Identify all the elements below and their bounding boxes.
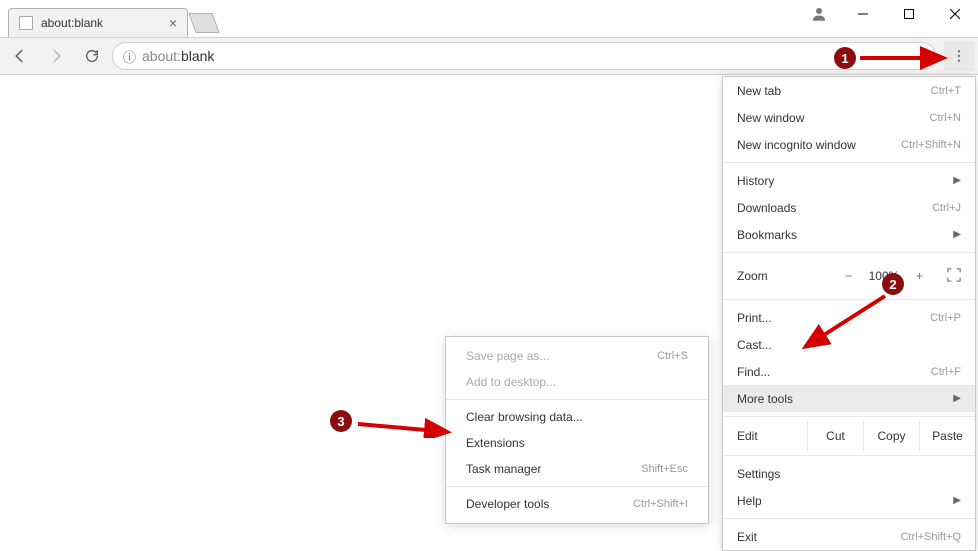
maximize-button[interactable]: [886, 0, 932, 28]
menu-history[interactable]: History ▶: [723, 167, 975, 194]
reload-button[interactable]: [76, 41, 108, 71]
menu-print[interactable]: Print... Ctrl+P: [723, 304, 975, 331]
zoom-in-button[interactable]: +: [916, 269, 923, 283]
close-button[interactable]: [932, 0, 978, 28]
menu-more-tools[interactable]: More tools ▶: [723, 385, 975, 412]
submenu-extensions[interactable]: Extensions: [446, 430, 708, 456]
forward-button[interactable]: [40, 41, 72, 71]
menu-cast[interactable]: Cast...: [723, 331, 975, 358]
chevron-right-icon: ▶: [953, 229, 961, 240]
chevron-right-icon: ▶: [953, 495, 961, 506]
menu-incognito[interactable]: New incognito window Ctrl+Shift+N: [723, 131, 975, 158]
address-bar[interactable]: ⓘ about:blank: [112, 42, 936, 70]
submenu-dev-tools[interactable]: Developer tools Ctrl+Shift+I: [446, 491, 708, 517]
tab-bar: about:blank ×: [8, 8, 216, 37]
menu-zoom: Zoom − 100% +: [723, 257, 975, 295]
menu-separator: [723, 455, 975, 456]
menu-find[interactable]: Find... Ctrl+F: [723, 358, 975, 385]
menu-new-tab[interactable]: New tab Ctrl+T: [723, 77, 975, 104]
menu-bookmarks[interactable]: Bookmarks ▶: [723, 221, 975, 248]
close-tab-icon[interactable]: ×: [169, 15, 177, 31]
submenu-task-manager[interactable]: Task manager Shift+Esc: [446, 456, 708, 482]
menu-new-window[interactable]: New window Ctrl+N: [723, 104, 975, 131]
menu-separator: [723, 299, 975, 300]
site-info-icon[interactable]: ⓘ: [123, 47, 136, 66]
menu-separator: [723, 416, 975, 417]
menu-downloads[interactable]: Downloads Ctrl+J: [723, 194, 975, 221]
submenu-add-desktop[interactable]: Add to desktop...: [446, 369, 708, 395]
minimize-button[interactable]: [840, 0, 886, 28]
annotation-badge-3: 3: [330, 410, 352, 432]
browser-tab[interactable]: about:blank ×: [8, 8, 188, 37]
zoom-out-button[interactable]: −: [845, 269, 852, 283]
edit-paste-button[interactable]: Paste: [919, 421, 975, 451]
toolbar: ⓘ about:blank: [0, 37, 978, 75]
menu-settings[interactable]: Settings: [723, 460, 975, 487]
main-menu-button[interactable]: [944, 41, 974, 71]
chevron-right-icon: ▶: [953, 393, 961, 404]
more-tools-submenu: Save page as... Ctrl+S Add to desktop...…: [445, 336, 709, 524]
new-tab-button[interactable]: [188, 13, 219, 33]
fullscreen-icon[interactable]: [947, 268, 961, 285]
menu-exit[interactable]: Exit Ctrl+Shift+Q: [723, 523, 975, 550]
menu-help[interactable]: Help ▶: [723, 487, 975, 514]
submenu-save-page[interactable]: Save page as... Ctrl+S: [446, 343, 708, 369]
main-menu: New tab Ctrl+T New window Ctrl+N New inc…: [722, 76, 976, 551]
menu-separator: [446, 486, 708, 487]
user-icon[interactable]: [798, 0, 840, 28]
menu-separator: [723, 252, 975, 253]
tab-title: about:blank: [41, 16, 161, 30]
annotation-badge-1: 1: [834, 47, 856, 69]
url-text: about:blank: [142, 48, 214, 64]
submenu-clear-data[interactable]: Clear browsing data...: [446, 404, 708, 430]
back-button[interactable]: [4, 41, 36, 71]
menu-separator: [723, 518, 975, 519]
menu-edit: Edit Cut Copy Paste: [723, 421, 975, 451]
annotation-badge-2: 2: [882, 273, 904, 295]
page-icon: [19, 16, 33, 30]
menu-separator: [446, 399, 708, 400]
window-controls: [798, 0, 978, 28]
edit-cut-button[interactable]: Cut: [807, 421, 863, 451]
edit-copy-button[interactable]: Copy: [863, 421, 919, 451]
menu-separator: [723, 162, 975, 163]
chevron-right-icon: ▶: [953, 175, 961, 186]
